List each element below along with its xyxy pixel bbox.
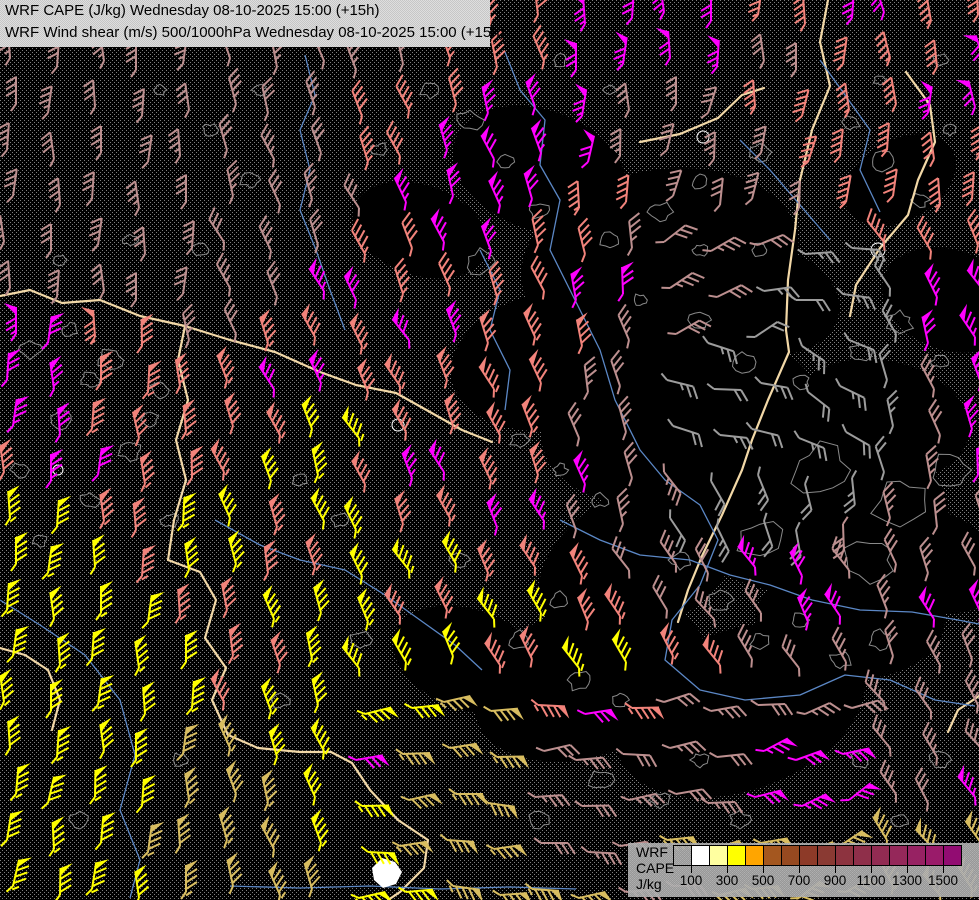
legend-tick [763,866,764,873]
legend-swatch-10 [853,845,872,866]
legend-swatch-2 [709,845,728,866]
legend-swatch-13 [907,845,926,866]
title-line-cape: WRF CAPE (J/kg) Wednesday 08-10-2025 15:… [0,0,490,22]
legend-swatch-9 [835,845,854,866]
cape-legend: WRF CAPE J/kg 10030050070090011001300150… [628,843,979,897]
legend-colorbar-labels: 100300500700900110013001500 [673,873,962,889]
legend-tick [727,866,728,873]
legend-swatch-5 [763,845,782,866]
legend-swatch-7 [799,845,818,866]
legend-swatch-0 [673,845,692,866]
weather-app-screen: WRF CAPE (J/kg) Wednesday 08-10-2025 15:… [0,0,979,900]
weather-map [0,0,979,900]
legend-label-line1: WRF [636,844,674,860]
legend-swatch-8 [817,845,836,866]
legend-tick [871,866,872,873]
legend-tick [835,866,836,873]
legend-colorbar [673,845,962,866]
legend-tick [943,866,944,873]
title-bar: WRF CAPE (J/kg) Wednesday 08-10-2025 15:… [0,0,490,47]
legend-swatch-1 [691,845,710,866]
legend-swatch-14 [925,845,944,866]
legend-swatch-12 [889,845,908,866]
legend-tick [799,866,800,873]
legend-tick-label: 1500 [921,873,965,888]
legend-swatch-15 [943,845,962,866]
legend-swatch-3 [727,845,746,866]
legend-swatch-6 [781,845,800,866]
legend-tick [907,866,908,873]
legend-tick [691,866,692,873]
legend-swatch-11 [871,845,890,866]
title-line-shear: WRF Wind shear (m/s) 500/1000hPa Wednesd… [0,22,490,44]
legend-swatch-4 [745,845,764,866]
